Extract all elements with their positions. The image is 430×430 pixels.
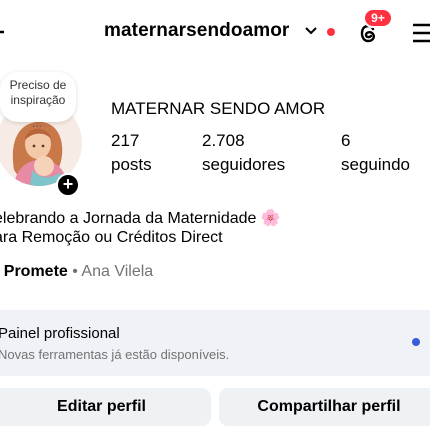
- note-text-line2: inspiração: [10, 93, 66, 107]
- posts-count[interactable]: 217: [111, 131, 139, 151]
- profile-username[interactable]: maternarsendoamor: [104, 20, 289, 42]
- note-ellipsis: ...: [32, 116, 43, 130]
- notification-badge: 9+: [363, 8, 393, 28]
- share-profile-button[interactable]: Compartilhar perfil: [219, 388, 430, 426]
- followers-count[interactable]: 2.708: [202, 131, 245, 151]
- promote-label: ) Promete: [0, 263, 68, 280]
- panel-new-indicator-dot: [412, 338, 420, 346]
- following-label[interactable]: seguindo: [341, 155, 410, 175]
- profile-display-name: MATERNAR SENDO AMOR: [111, 99, 326, 118]
- panel-subtitle: Novas ferramentas já estão disponíveis.: [0, 347, 230, 362]
- posts-label[interactable]: posts: [111, 155, 152, 175]
- unread-indicator-dot: [327, 28, 335, 36]
- following-count[interactable]: 6: [341, 131, 350, 151]
- add-story-button[interactable]: +: [56, 173, 80, 197]
- note-text-line1: Preciso de: [9, 78, 67, 92]
- panel-title: Painel profissional: [0, 325, 120, 342]
- promote-artist-name: Ana Vilela: [81, 263, 154, 280]
- bio-line-2: ara Remoção ou Créditos Direct: [0, 229, 223, 246]
- edit-profile-button[interactable]: Editar perfil: [0, 388, 211, 426]
- bio-line-1: elebrando a Jornada da Maternidade 🌸: [0, 210, 281, 227]
- promote-separator: •: [67, 263, 82, 280]
- music-promote-line[interactable]: ) Promete • Ana Vilela: [0, 263, 153, 281]
- chevron-down-icon[interactable]: [304, 26, 318, 36]
- hamburger-menu-icon[interactable]: [411, 22, 430, 44]
- back-arrow-icon[interactable]: [0, 22, 6, 42]
- profile-note-bubble[interactable]: Preciso de inspiração: [0, 72, 76, 122]
- professional-dashboard-panel[interactable]: [0, 310, 430, 376]
- followers-label[interactable]: seguidores: [202, 155, 285, 175]
